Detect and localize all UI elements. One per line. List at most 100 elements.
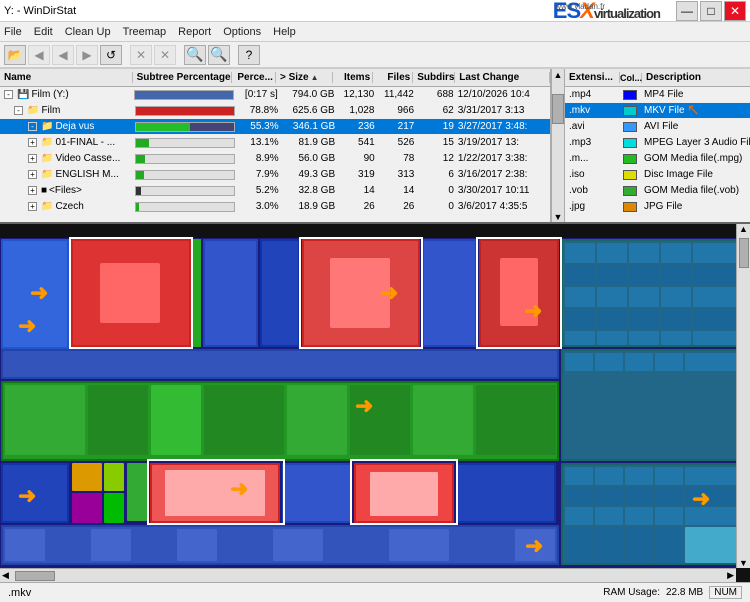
expand-icon[interactable]: + [28,202,37,211]
expand-icon[interactable]: + [28,154,37,163]
table-row[interactable]: + 📁 Czech 3.0% 18.9 GB 26 26 0 3/6/2017 … [0,199,550,215]
treemap-scrollbar-h[interactable]: ◀ ▶ [0,568,736,582]
toolbar-cleanup-button[interactable]: ✕ [130,45,152,65]
scroll-h-thumb[interactable] [15,571,55,581]
row-subdirs: 12 [416,153,456,164]
row-lastchange: 3/6/2017 4:35:5 [456,201,550,212]
row-name: - 💾 Film (Y:) [0,89,132,100]
ram-label: RAM Usage: [603,587,660,598]
ext-row[interactable]: .vob GOM Media file(.vob) [565,183,750,199]
col-desc[interactable]: Description [642,72,750,83]
col-perc[interactable]: Perce... [232,72,276,83]
row-files: 26 [377,201,417,212]
col-subdirs[interactable]: Subdirs [413,72,455,83]
bar-fill [136,203,139,211]
menu-help[interactable]: Help [273,26,296,38]
toolbar-zoom-in-button[interactable]: 🔍 [184,45,206,65]
toolbar-zoom-out-button[interactable]: 🔍 [208,45,230,65]
ext-desc: MKV File ↖ [640,103,750,119]
col-items[interactable]: Items [333,72,373,83]
ext-row[interactable]: .m... GOM Media file(.mpg) [565,151,750,167]
menu-options[interactable]: Options [223,26,261,38]
collapse-icon[interactable]: - [4,90,13,99]
toolbar-forward-button[interactable]: ▶ [76,45,98,65]
expand-icon[interactable]: + [28,170,37,179]
col-name[interactable]: Name [0,72,133,83]
expand-icon[interactable]: + [28,138,37,147]
ext-row[interactable]: .mp3 MPEG Layer 3 Audio File [565,135,750,151]
table-row[interactable]: + 📁 Video Casse... 8.9% 56.0 GB 90 78 12 [0,151,550,167]
treemap-arrow: ➜ [18,313,36,338]
collapse-icon[interactable]: - [28,122,37,131]
minimize-button[interactable]: — [676,1,698,21]
maximize-button[interactable]: □ [700,1,722,21]
menu-file[interactable]: File [4,26,22,38]
ext-name: .vob [565,185,620,196]
toolbar-open-button[interactable]: 📂 [4,45,26,65]
scroll-v-thumb[interactable] [739,238,749,268]
table-header: Name Subtree Percentage Perce... > Size▲… [0,69,550,87]
toolbar-help-button[interactable]: ? [238,45,260,65]
expand-icon[interactable]: + [28,186,37,195]
row-files: 313 [377,169,417,180]
menu-cleanup[interactable]: Clean Up [65,26,111,38]
toolbar-back-button[interactable]: ◀ [28,45,50,65]
toolbar-refresh-button[interactable]: ↺ [100,45,122,65]
toolbar-delete-button[interactable]: ✕ [154,45,176,65]
ext-desc: MPEG Layer 3 Audio File [640,137,750,148]
col-color[interactable]: Col... [620,73,642,83]
menu-report[interactable]: Report [178,26,211,38]
row-size: 346.1 GB [281,121,338,132]
ext-row[interactable]: .mp4 MP4 File [565,87,750,103]
col-ext[interactable]: Extensi... [565,72,620,83]
ext-table: .mp4 MP4 File .mkv MKV File ↖ .avi [565,87,750,222]
treemap-arrow: ➜ [380,280,398,305]
table-row[interactable]: - 💾 Film (Y:) [0:17 s] 794.0 GB 12,130 1… [0,87,550,103]
treemap-area[interactable]: ➜ ➜ ➜ ➜ ➜ ➜ ➜ ➜ ➜ ◀ ▶ ▲ ▼ [0,224,750,582]
ext-row[interactable]: .jpg JPG File [565,199,750,215]
collapse-icon[interactable]: - [14,106,23,115]
table-row[interactable]: - 📁 Deja vus 55.3% 346.1 GB 236 217 19 3… [0,119,550,135]
table-row[interactable]: + ■ <Files> 5.2% 32.8 GB 14 14 0 3/30/20… [0,183,550,199]
color-swatch [623,154,637,164]
row-size: 56.0 GB [281,153,338,164]
bar-fill [135,91,233,99]
scroll-thumb[interactable] [552,94,564,124]
file-table-scrollbar[interactable]: ▲ ▼ [551,69,565,222]
treemap-arrow: ➜ [30,280,48,305]
table-row[interactable]: + 📁 01-FINAL - ... 13.1% 81.9 GB 541 526… [0,135,550,151]
table-row[interactable]: + 📁 ENGLISH M... 7.9% 49.3 GB 319 313 6 … [0,167,550,183]
menu-edit[interactable]: Edit [34,26,53,38]
row-perc: 3.0% [237,201,280,212]
scroll-down-button[interactable]: ▼ [554,212,563,222]
scroll-right-button[interactable]: ▶ [725,570,736,581]
subtree-bar [134,90,234,100]
col-size[interactable]: > Size▲ [276,72,333,83]
bar-fill [136,171,144,179]
file-icon: ■ [41,185,47,196]
col-subtree[interactable]: Subtree Percentage [133,72,233,83]
table-row[interactable]: - 📁 Film 78.8% 625.6 GB 1,028 966 62 3/3… [0,103,550,119]
ext-row[interactable]: .mkv MKV File ↖ [565,103,750,119]
treemap-arrow: ➜ [355,393,373,418]
menu-treemap[interactable]: Treemap [123,26,167,38]
scroll-up-button[interactable]: ▲ [739,224,748,234]
row-files: 966 [376,105,416,116]
treemap-scrollbar-v[interactable]: ▲ ▼ [736,224,750,568]
ext-name: .m... [565,153,620,164]
col-files[interactable]: Files [373,72,413,83]
close-button[interactable]: ✕ [724,1,746,21]
scroll-left-button[interactable]: ◀ [0,570,11,581]
ext-row[interactable]: .iso Disc Image File [565,167,750,183]
row-name: - 📁 Deja vus [0,121,133,132]
row-size: 49.3 GB [281,169,338,180]
bar-fill [136,123,190,131]
row-subdirs: 15 [416,137,456,148]
scroll-up-button[interactable]: ▲ [554,70,563,80]
num-indicator: NUM [709,586,742,599]
row-name: + 📁 ENGLISH M... [0,169,133,180]
scroll-down-button[interactable]: ▼ [739,558,748,568]
ext-row[interactable]: .avi AVI File [565,119,750,135]
toolbar-back2-button[interactable]: ◀ [52,45,74,65]
col-lastchange[interactable]: Last Change [455,72,550,83]
